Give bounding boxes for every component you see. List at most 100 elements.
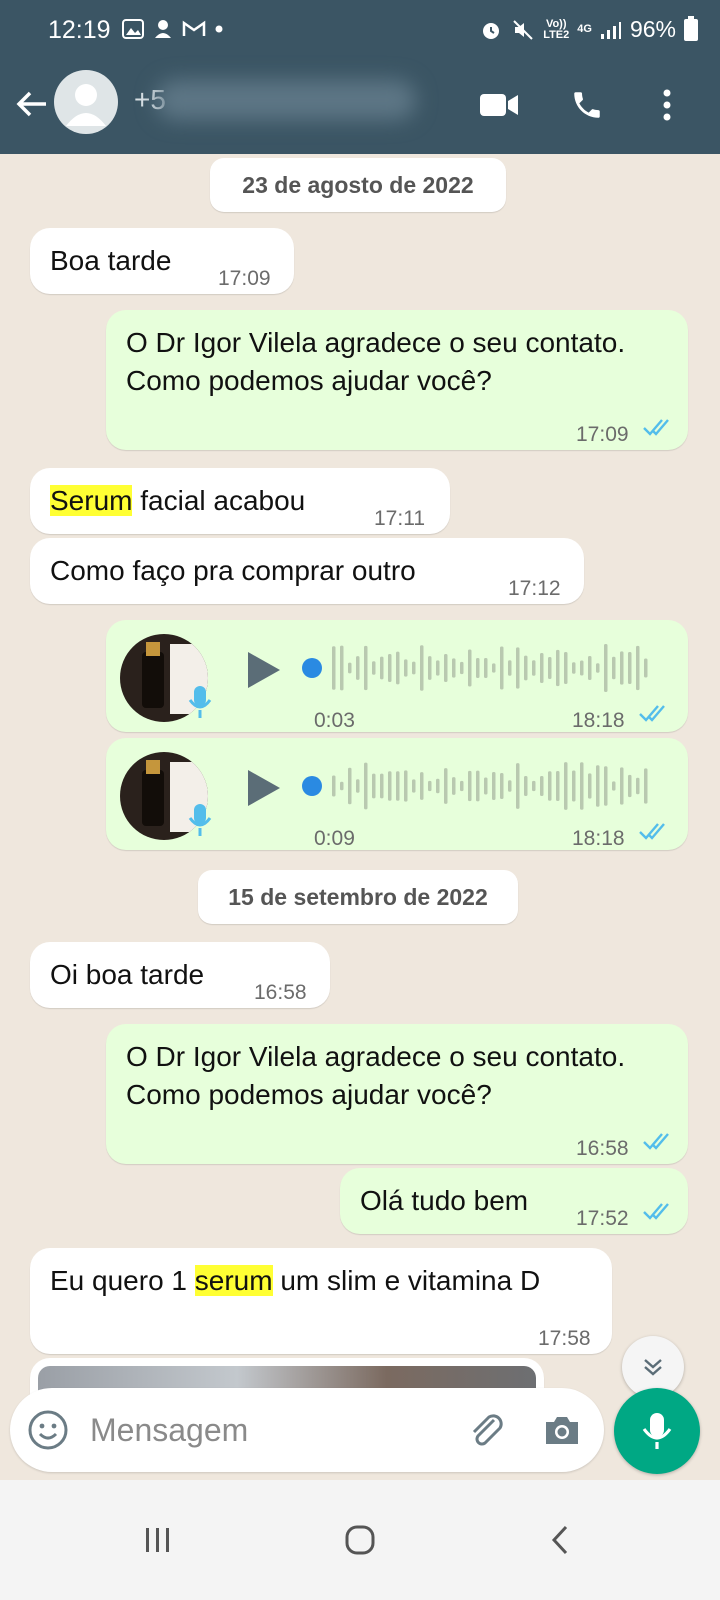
waveform-bar (388, 771, 392, 801)
voice-message[interactable]: 0:09 18:18 (106, 738, 688, 850)
avatar-icon (66, 84, 106, 126)
message-incoming[interactable]: Oi boa tarde 16:58 (30, 942, 330, 1008)
chat-area[interactable]: 23 de agosto de 2022 Boa tarde 17:09 O D… (0, 154, 720, 1406)
message-time: 17:09 (576, 423, 629, 446)
waveform-bar (468, 770, 472, 802)
waveform-bar (580, 660, 584, 676)
waveform-bar (556, 770, 560, 802)
waveform-bar (564, 762, 568, 810)
voice-message[interactable]: 0:03 18:18 (106, 620, 688, 732)
waveform-bar (628, 652, 632, 684)
message-text-end: um slim e vitamina D (272, 1265, 541, 1296)
waveform-bar (564, 651, 568, 685)
waveform-bar (484, 777, 488, 795)
message-time: 16:58 (576, 1137, 629, 1160)
waveform-bar (340, 645, 344, 691)
waveform-bar (348, 662, 352, 674)
video-call-button[interactable] (478, 84, 520, 126)
waveform-bar (372, 773, 376, 799)
video-call-icon (480, 94, 518, 116)
search-highlight: Serum (50, 485, 133, 516)
message-outgoing[interactable]: O Dr Igor Vilela agradece o seu contato.… (106, 1024, 688, 1164)
waveform-bar (572, 770, 576, 802)
mic-icon (642, 1413, 672, 1449)
message-incoming[interactable]: Serum facial acabou 17:11 (30, 468, 450, 534)
message-text: Como faço pra comprar outro (50, 555, 416, 586)
message-outgoing[interactable]: Olá tudo bem 17:52 (340, 1168, 688, 1234)
double-check-icon (643, 1133, 669, 1150)
waveform-bar (428, 780, 432, 792)
waveform-bar (396, 651, 400, 685)
play-icon[interactable] (244, 766, 284, 810)
waveform-bar (644, 658, 648, 678)
chat-header: +5 (0, 62, 720, 154)
status-time: 12:19 (48, 16, 111, 44)
waveform-bar (388, 653, 392, 683)
recent-apps-button[interactable] (128, 1510, 188, 1570)
attach-icon[interactable] (464, 1408, 508, 1452)
waveform-bar (420, 772, 424, 800)
waveform-bar (620, 767, 624, 805)
message-text: O Dr Igor Vilela agradece o seu contato.… (126, 1041, 626, 1110)
contact-avatar[interactable] (54, 70, 118, 134)
message-time: 16:58 (254, 981, 307, 1004)
home-button[interactable] (330, 1510, 390, 1570)
message-input[interactable]: Mensagem (90, 1412, 248, 1449)
back-button[interactable] (12, 84, 52, 124)
waveform-bar (524, 655, 528, 681)
waveform-bar (436, 660, 440, 676)
audio-waveform[interactable] (302, 758, 662, 814)
message-composer[interactable]: Mensagem (10, 1388, 604, 1472)
waveform-bar (548, 771, 552, 801)
message-incoming[interactable]: Boa tarde 17:09 (30, 228, 294, 294)
double-check-icon (639, 705, 665, 722)
waveform-bar (444, 768, 448, 804)
message-time: 18:18 (572, 709, 625, 732)
battery-icon (684, 15, 698, 41)
playback-position-dot[interactable] (302, 658, 322, 678)
message-time: 17:52 (576, 1207, 629, 1230)
waveform-bar (540, 652, 544, 684)
waveform-bar (364, 762, 368, 810)
home-icon (345, 1525, 375, 1555)
waveform-bar (468, 649, 472, 687)
waveform-bar (380, 656, 384, 680)
waveform-bar (548, 656, 552, 680)
mic-button[interactable] (614, 1388, 700, 1474)
system-navigation-bar (0, 1480, 720, 1600)
message-text-start: Eu quero 1 (50, 1265, 195, 1296)
waveform-bar (484, 657, 488, 679)
waveform-bar (612, 781, 616, 791)
date-separator: 15 de setembro de 2022 (198, 870, 518, 924)
status-notification-icons (122, 18, 224, 40)
message-incoming[interactable]: Eu quero 1 serum um slim e vitamina D 17… (30, 1248, 612, 1354)
message-text: Boa tarde (50, 245, 172, 276)
system-back-button[interactable] (530, 1510, 590, 1570)
emoji-icon[interactable] (26, 1408, 70, 1452)
recent-apps-icon (146, 1528, 169, 1552)
waveform-bar (540, 775, 544, 797)
voice-call-button[interactable] (566, 84, 608, 126)
waveform-bar (460, 780, 464, 792)
waveform-bar (604, 766, 608, 806)
play-icon[interactable] (244, 648, 284, 692)
message-text-rest: facial acabou (132, 485, 306, 516)
playback-position-dot[interactable] (302, 776, 322, 796)
waveform-bar (356, 656, 360, 680)
message-time: 17:58 (538, 1327, 591, 1350)
waveform-bar (508, 780, 512, 792)
waveform-bar (460, 661, 464, 675)
audio-waveform[interactable] (302, 640, 662, 696)
message-outgoing[interactable]: O Dr Igor Vilela agradece o seu contato.… (106, 310, 688, 450)
camera-icon[interactable] (540, 1408, 584, 1452)
waveform-bar (508, 660, 512, 676)
waveform-bar (396, 771, 400, 801)
status-bar: 12:19 Vo)) LTE2 4G 96% (0, 0, 720, 62)
message-text: Eu quero 1 serum um slim e vitamina D (50, 1262, 590, 1300)
waveform-bar (500, 646, 504, 690)
message-text: O Dr Igor Vilela agradece o seu contato.… (126, 327, 626, 396)
back-arrow-icon (16, 91, 46, 117)
search-highlight: serum (194, 1265, 273, 1296)
message-incoming[interactable]: Como faço pra comprar outro 17:12 (30, 538, 584, 604)
more-options-button[interactable] (646, 84, 688, 126)
